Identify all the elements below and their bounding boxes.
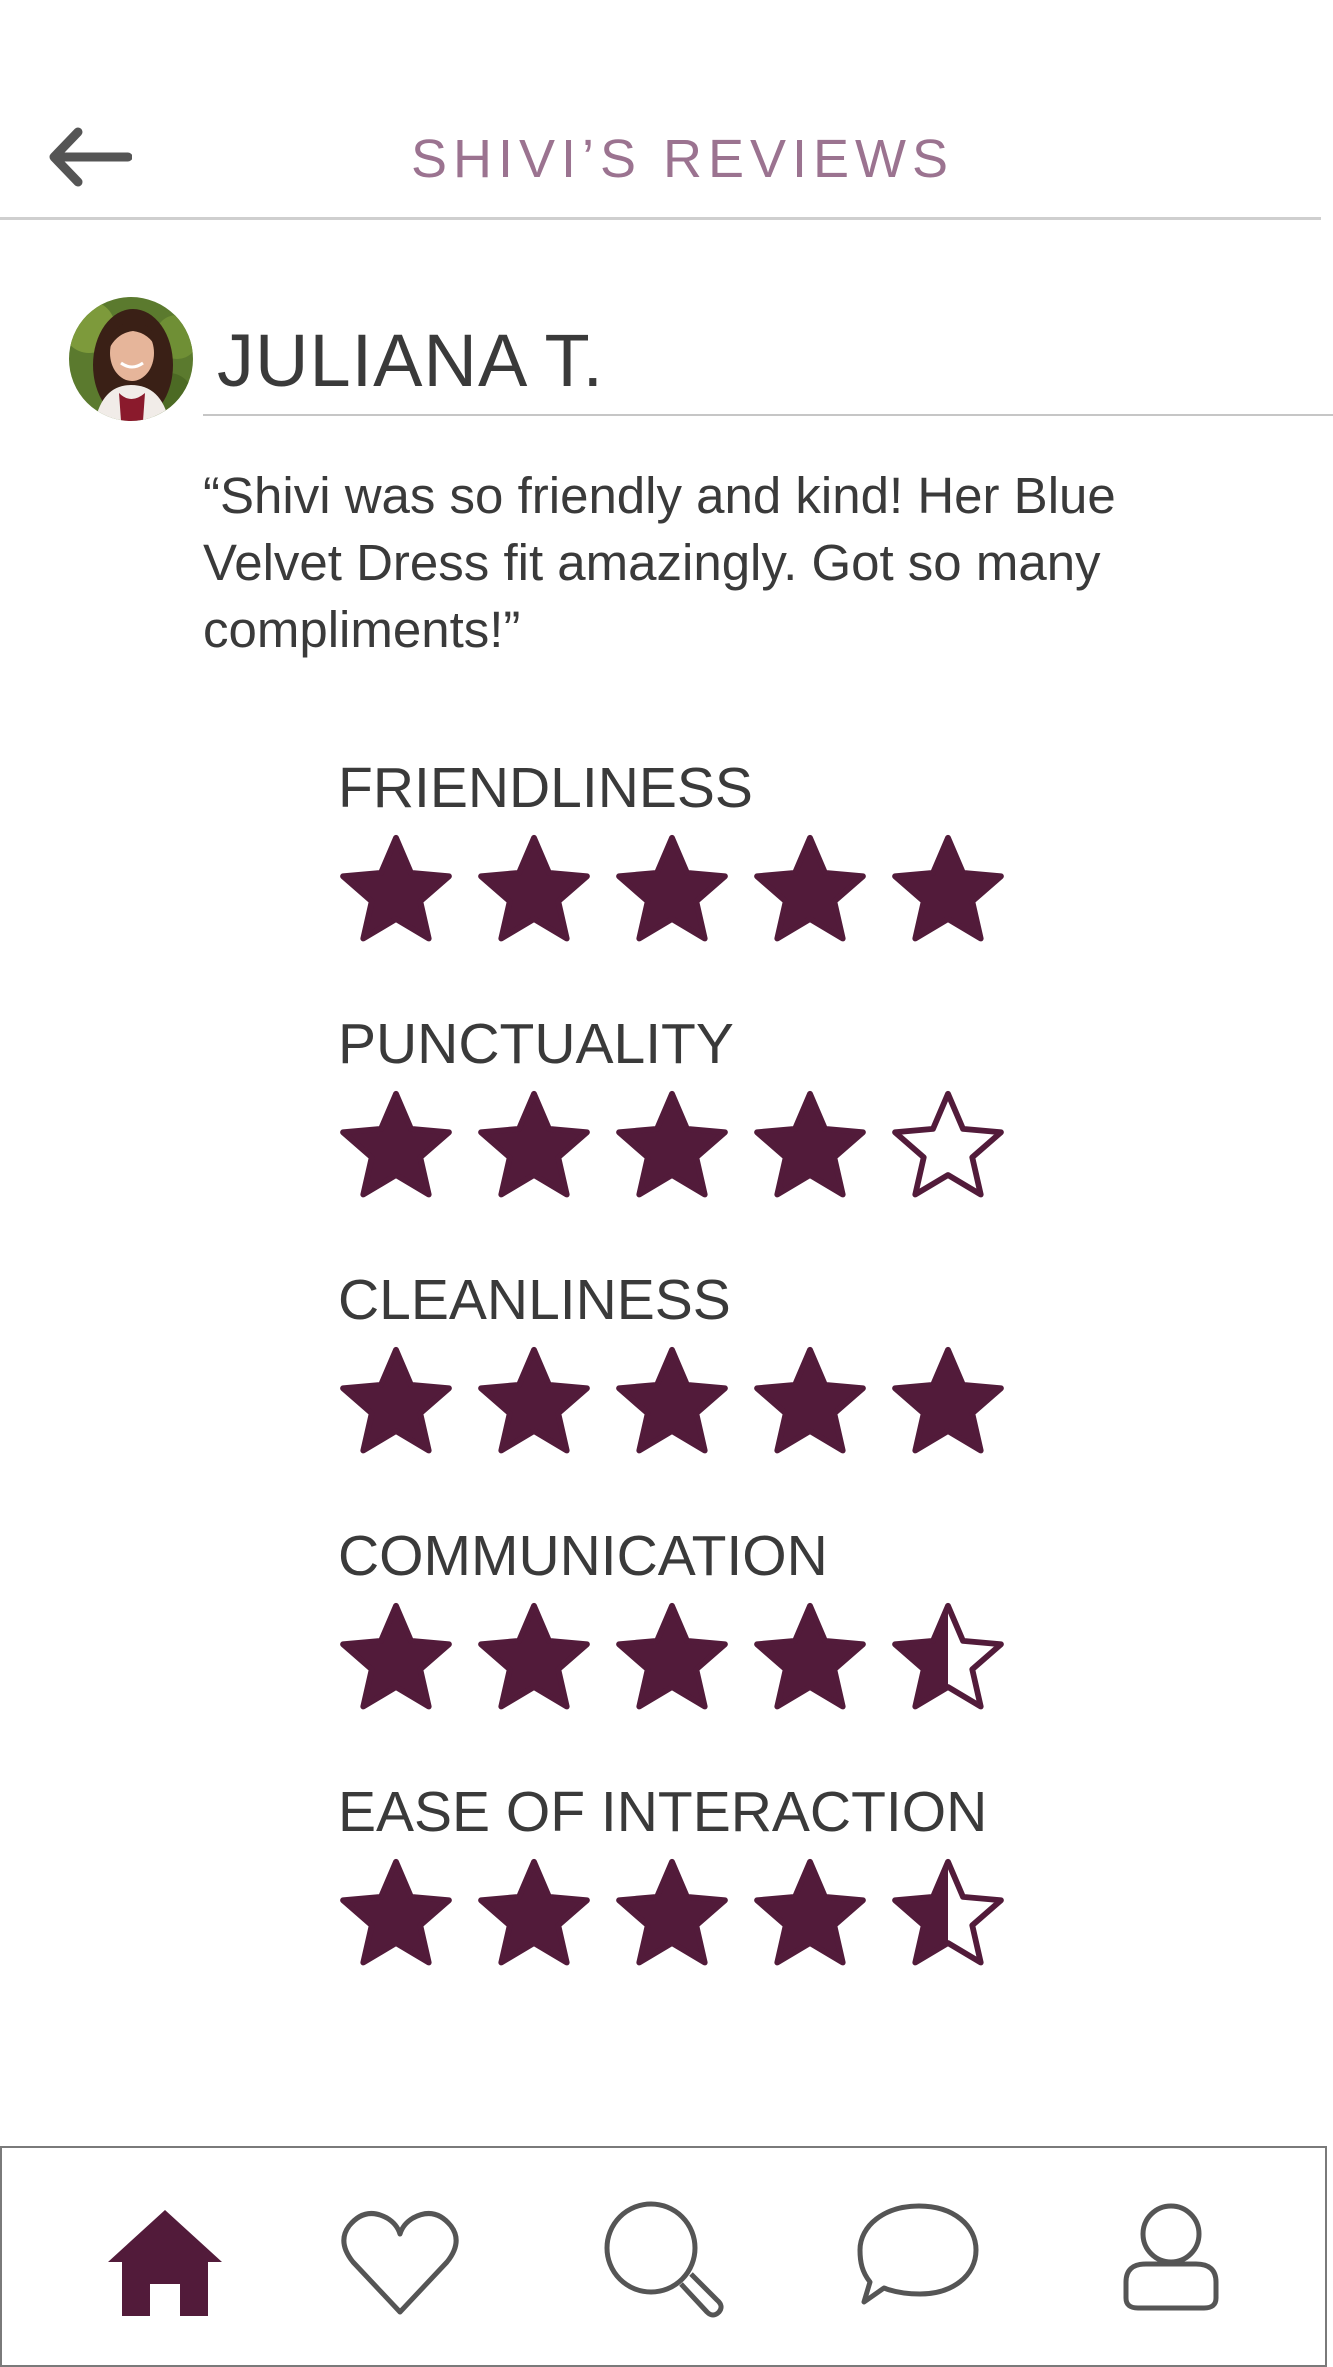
nav-search-button[interactable] bbox=[599, 2198, 729, 2328]
chat-icon bbox=[857, 2203, 979, 2305]
nav-messages-button[interactable] bbox=[854, 2198, 984, 2328]
star-filled-icon bbox=[478, 1090, 590, 1198]
rating-friendliness: FRIENDLINESS bbox=[338, 752, 1038, 1008]
search-icon bbox=[604, 2201, 724, 2318]
rating-communication: COMMUNICATION bbox=[338, 1520, 1038, 1776]
star-filled-icon bbox=[478, 1858, 590, 1966]
rating-ease-of-interaction: EASE OF INTERACTION bbox=[338, 1776, 1038, 2032]
reviewer-name: JULIANA T. bbox=[217, 319, 605, 402]
heart-icon bbox=[341, 2211, 459, 2315]
home-icon bbox=[108, 2210, 222, 2316]
star-filled-icon bbox=[478, 1346, 590, 1454]
star-half-icon bbox=[892, 1858, 1004, 1966]
star-filled-icon bbox=[754, 1346, 866, 1454]
star-filled-icon bbox=[478, 1602, 590, 1710]
star-filled-icon bbox=[340, 834, 452, 942]
star-rating bbox=[338, 1600, 1038, 1716]
star-empty-icon bbox=[892, 1090, 1004, 1198]
rating-label: FRIENDLINESS bbox=[338, 756, 753, 820]
profile-icon bbox=[1123, 2203, 1219, 2311]
star-filled-icon bbox=[478, 834, 590, 942]
header-divider bbox=[0, 217, 1321, 220]
star-rating bbox=[338, 1088, 1038, 1204]
star-rating bbox=[338, 1856, 1038, 1972]
nav-profile-button[interactable] bbox=[1106, 2198, 1236, 2328]
star-filled-icon bbox=[754, 1602, 866, 1710]
star-filled-icon bbox=[340, 1602, 452, 1710]
review-text: “Shivi was so friendly and kind! Her Blu… bbox=[203, 467, 1116, 658]
star-filled-icon bbox=[616, 1858, 728, 1966]
rating-punctuality: PUNCTUALITY bbox=[338, 1008, 1038, 1264]
star-filled-icon bbox=[616, 1346, 728, 1454]
reviewer-avatar[interactable] bbox=[69, 297, 193, 421]
star-filled-icon bbox=[892, 1346, 1004, 1454]
star-filled-icon bbox=[340, 1090, 452, 1198]
star-filled-icon bbox=[616, 1602, 728, 1710]
star-rating bbox=[338, 832, 1038, 948]
star-filled-icon bbox=[754, 1858, 866, 1966]
ratings-list: FRIENDLINESS PUNCTUALITY CLEANLINESS COM… bbox=[338, 752, 1038, 2032]
rating-label: PUNCTUALITY bbox=[338, 1012, 734, 1076]
name-divider bbox=[203, 414, 1333, 416]
star-filled-icon bbox=[754, 1090, 866, 1198]
rating-label: CLEANLINESS bbox=[338, 1268, 731, 1332]
star-filled-icon bbox=[616, 1090, 728, 1198]
star-half-icon bbox=[892, 1602, 1004, 1710]
rating-label: EASE OF INTERACTION bbox=[338, 1780, 988, 1844]
star-filled-icon bbox=[892, 834, 1004, 942]
star-filled-icon bbox=[340, 1858, 452, 1966]
nav-home-button[interactable] bbox=[100, 2198, 230, 2328]
star-rating bbox=[338, 1344, 1038, 1460]
header-bar: SHIVI’S REVIEWS bbox=[0, 0, 1333, 222]
star-filled-icon bbox=[616, 834, 728, 942]
page-title: SHIVI’S REVIEWS bbox=[410, 129, 955, 189]
rating-label: COMMUNICATION bbox=[338, 1524, 828, 1588]
rating-cleanliness: CLEANLINESS bbox=[338, 1264, 1038, 1520]
star-filled-icon bbox=[340, 1346, 452, 1454]
nav-favorites-button[interactable] bbox=[335, 2198, 465, 2328]
bottom-nav-bar bbox=[0, 2146, 1327, 2367]
star-filled-icon bbox=[754, 834, 866, 942]
